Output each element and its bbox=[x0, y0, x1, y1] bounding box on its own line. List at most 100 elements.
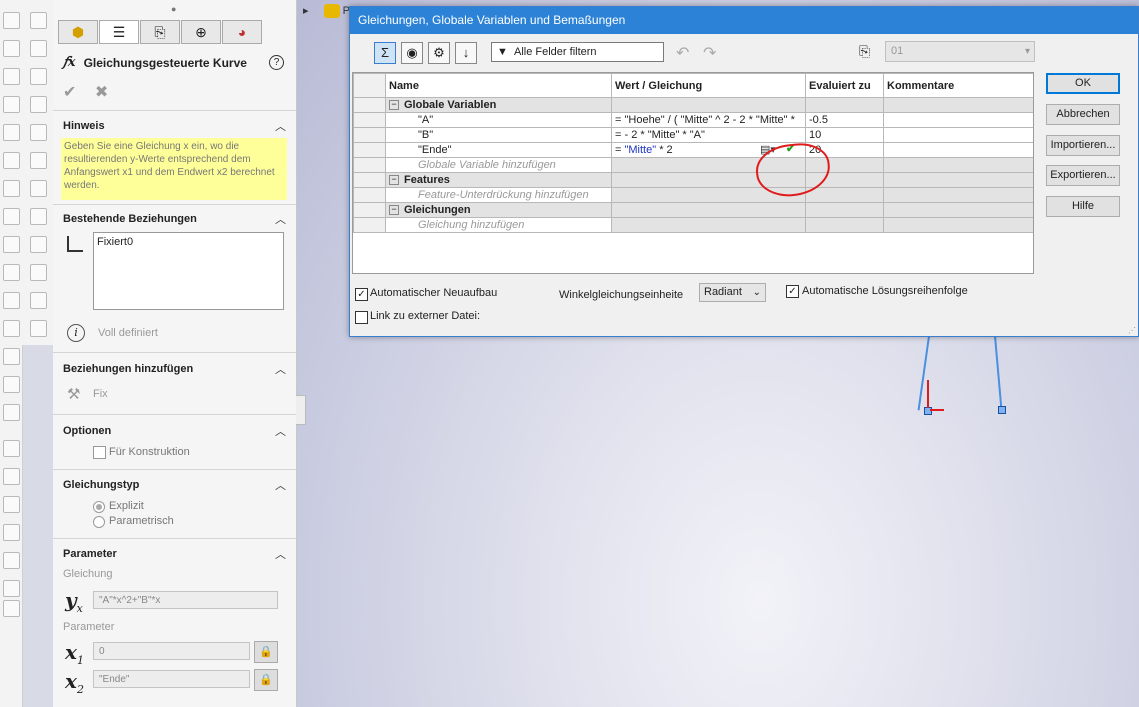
x1-lock-icon[interactable]: 🔒 bbox=[254, 641, 278, 663]
tool-icon[interactable] bbox=[3, 552, 20, 569]
tool-icon[interactable] bbox=[3, 68, 20, 85]
parametric-label[interactable]: Parametrisch bbox=[109, 515, 174, 527]
tool-icon[interactable] bbox=[3, 236, 20, 253]
add-global-hint[interactable]: Globale Variable hinzufügen bbox=[385, 157, 612, 173]
tool-icon[interactable] bbox=[3, 96, 20, 113]
tool-icon[interactable] bbox=[3, 468, 20, 485]
tool-icon[interactable] bbox=[30, 180, 47, 197]
x2-input[interactable]: "Ende" bbox=[93, 670, 250, 688]
variable-comment[interactable] bbox=[883, 127, 1033, 143]
hint-header[interactable]: Hinweis bbox=[63, 120, 105, 132]
tool-icon[interactable] bbox=[30, 12, 47, 29]
column-value[interactable]: Wert / Gleichung bbox=[611, 73, 806, 98]
group-row-features[interactable]: − Features bbox=[353, 172, 1033, 188]
collapse-minus-icon[interactable]: − bbox=[389, 100, 399, 111]
tool-icon[interactable] bbox=[30, 320, 47, 337]
tool-icon[interactable] bbox=[3, 580, 20, 597]
tool-icon[interactable] bbox=[3, 348, 20, 365]
tool-icon[interactable] bbox=[3, 264, 20, 281]
collapse-caret-icon[interactable]: ︿ bbox=[275, 423, 286, 439]
variable-name[interactable]: "A" bbox=[385, 112, 612, 128]
tool-icon[interactable] bbox=[3, 124, 20, 141]
collapse-caret-icon[interactable]: ︿ bbox=[275, 211, 286, 227]
export-button[interactable]: Exportieren... bbox=[1046, 165, 1120, 186]
tool-icon[interactable] bbox=[3, 600, 20, 617]
explicit-radio[interactable] bbox=[93, 501, 105, 513]
explicit-label[interactable]: Explizit bbox=[109, 500, 144, 512]
resize-grip-icon[interactable]: ⋰ bbox=[1128, 326, 1136, 335]
tab-configuration-manager[interactable]: ⎘ bbox=[140, 20, 180, 44]
tool-icon[interactable] bbox=[3, 292, 20, 309]
add-global-row[interactable]: Globale Variable hinzufügen bbox=[353, 157, 1033, 173]
collapse-caret-icon[interactable]: ︿ bbox=[275, 477, 286, 493]
dimension-view-icon[interactable]: ⚙ bbox=[428, 42, 450, 64]
ordered-view-icon[interactable]: ↓ bbox=[455, 42, 477, 64]
tool-icon[interactable] bbox=[3, 12, 20, 29]
equation-input[interactable]: "A"*x^2+"B"*x bbox=[93, 591, 278, 609]
tool-icon[interactable] bbox=[30, 208, 47, 225]
variable-comment[interactable] bbox=[883, 112, 1033, 128]
feature-tree-flyout[interactable]: ▸ P bbox=[303, 4, 350, 19]
column-evaluated[interactable]: Evaluiert zu bbox=[805, 73, 884, 98]
auto-rebuild-label[interactable]: Automatischer Neuaufbau bbox=[370, 287, 497, 299]
fix-relation-icon[interactable]: ⚒ bbox=[67, 385, 80, 403]
tab-property-manager[interactable]: ☰ bbox=[99, 20, 139, 44]
ok-check-icon[interactable]: ✔ bbox=[63, 84, 76, 101]
existing-relations-header[interactable]: Bestehende Beziehungen bbox=[63, 213, 197, 225]
tool-icon[interactable] bbox=[3, 524, 20, 541]
tool-icon[interactable] bbox=[30, 236, 47, 253]
tool-icon[interactable] bbox=[30, 40, 47, 57]
tool-icon[interactable] bbox=[3, 208, 20, 225]
link-external-label[interactable]: Link zu externer Datei: bbox=[370, 310, 480, 322]
existing-relations-list[interactable]: Fixiert0 bbox=[93, 232, 284, 310]
variable-name[interactable]: "B" bbox=[385, 127, 612, 143]
tool-icon[interactable] bbox=[3, 40, 20, 57]
tab-display-manager[interactable]: ◕ bbox=[222, 20, 262, 44]
column-comments[interactable]: Kommentare bbox=[883, 73, 1033, 98]
ok-button[interactable]: OK bbox=[1046, 73, 1120, 94]
table-row[interactable]: "B" = - 2 * "Mitte" * "A" 10 bbox=[353, 127, 1033, 143]
help-icon[interactable]: ? bbox=[269, 55, 284, 70]
add-equation-row[interactable]: Gleichung hinzufügen bbox=[353, 217, 1033, 233]
tool-icon[interactable] bbox=[3, 152, 20, 169]
add-relations-header[interactable]: Beziehungen hinzufügen bbox=[63, 363, 193, 375]
parametric-radio[interactable] bbox=[93, 516, 105, 528]
tool-icon[interactable] bbox=[30, 292, 47, 309]
sketch-point-end[interactable] bbox=[998, 406, 1006, 414]
auto-order-checkbox[interactable]: ✓ bbox=[786, 285, 799, 298]
auto-order-label[interactable]: Automatische Lösungsreihenfolge bbox=[802, 285, 968, 297]
tool-icon[interactable] bbox=[30, 96, 47, 113]
tool-icon[interactable] bbox=[3, 376, 20, 393]
filter-field[interactable]: ▼ Alle Felder filtern bbox=[491, 42, 664, 62]
tool-icon[interactable] bbox=[30, 152, 47, 169]
cancel-x-icon[interactable]: ✖ bbox=[95, 84, 108, 101]
list-item[interactable]: Fixiert0 bbox=[97, 236, 280, 248]
collapse-caret-icon[interactable]: ︿ bbox=[275, 546, 286, 562]
group-row-equations[interactable]: − Gleichungen bbox=[353, 202, 1033, 218]
column-name[interactable]: Name bbox=[385, 73, 612, 98]
collapse-caret-icon[interactable]: ︿ bbox=[275, 361, 286, 377]
equations-view-sigma-icon[interactable]: Σ bbox=[374, 42, 396, 64]
table-row[interactable]: "A" = "Hoehe" / ( "Mitte" ^ 2 - 2 * "Mit… bbox=[353, 112, 1033, 128]
group-row-globals[interactable]: − Globale Variablen bbox=[353, 97, 1033, 113]
add-feature-hint[interactable]: Feature-Unterdrückung hinzufügen bbox=[385, 187, 612, 203]
options-header[interactable]: Optionen bbox=[63, 425, 111, 437]
tool-icon[interactable] bbox=[3, 440, 20, 457]
tool-icon[interactable] bbox=[30, 124, 47, 141]
table-row-editing[interactable]: "Ende" = "Mitte" * 2 ▤▾ ✔ 20 bbox=[353, 142, 1033, 158]
fix-relation-label[interactable]: Fix bbox=[93, 388, 108, 400]
cancel-button[interactable]: Abbrechen bbox=[1046, 104, 1120, 125]
tab-dimxpert-manager[interactable]: ⊕ bbox=[181, 20, 221, 44]
angle-unit-select[interactable]: Radiant ⌄ bbox=[699, 283, 766, 302]
link-external-checkbox[interactable] bbox=[355, 311, 368, 324]
tool-icon[interactable] bbox=[3, 320, 20, 337]
configuration-select[interactable]: 01 ▾ bbox=[885, 41, 1035, 62]
x1-input[interactable]: 0 bbox=[93, 642, 250, 660]
variable-value[interactable]: = - 2 * "Mitte" * "A" bbox=[611, 127, 806, 143]
undo-icon[interactable]: ↶ bbox=[676, 43, 689, 63]
variable-value[interactable]: = "Hoehe" / ( "Mitte" ^ 2 - 2 * "Mitte" … bbox=[611, 112, 806, 128]
tab-feature-manager[interactable]: ⬢ bbox=[58, 20, 98, 44]
tool-icon[interactable] bbox=[3, 404, 20, 421]
panel-grip-icon[interactable]: ● bbox=[171, 4, 176, 14]
add-equation-hint[interactable]: Gleichung hinzufügen bbox=[385, 217, 612, 233]
